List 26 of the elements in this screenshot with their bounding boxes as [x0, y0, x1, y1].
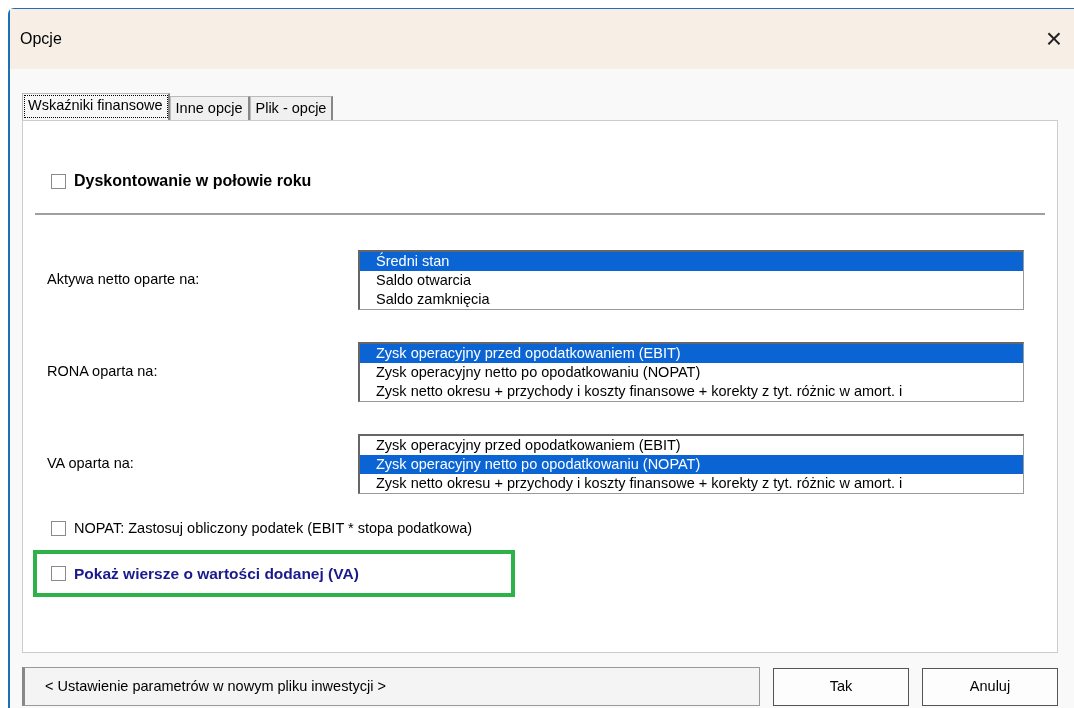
tab[interactable]: Plik - opcje	[249, 96, 334, 120]
window-title: Opcje	[20, 29, 62, 49]
list-item[interactable]: Saldo zamknięcia	[360, 290, 1023, 309]
list-item[interactable]: Zysk operacyjny przed opodatkowaniem (EBIT)	[360, 344, 1023, 363]
dialog-button[interactable]: Anuluj	[922, 667, 1058, 706]
list-item[interactable]: Zysk operacyjny przed opodatkowaniem (EBIT)	[360, 436, 1023, 455]
checkbox[interactable]	[51, 565, 66, 581]
list-item[interactable]: Średni stan	[360, 252, 1023, 271]
checkbox[interactable]	[51, 173, 66, 189]
list-item[interactable]: Zysk netto okresu + przychody i koszty finansowe + korekty z tyt. różnic w amort. i	[360, 382, 1023, 401]
list-item[interactable]: Zysk operacyjny netto po opodatkowaniu (NOPAT)	[360, 363, 1023, 382]
list-item[interactable]: Zysk netto okresu + przychody i koszty finansowe + korekty z tyt. różnic w amort. i	[360, 474, 1023, 493]
list-item[interactable]: Saldo otwarcia	[360, 271, 1023, 290]
dialog-button[interactable]: Tak	[773, 667, 909, 706]
field-label: RONA oparta na:	[46, 362, 159, 382]
close-button[interactable]: ×	[1041, 25, 1066, 53]
field-label: Aktywa netto oparte na:	[46, 270, 201, 290]
tab[interactable]: Wskaźniki finansowe	[22, 93, 170, 120]
checkbox-label: Dyskontowanie w połowie roku	[74, 171, 312, 191]
status-field: < Ustawienie parametrów w nowym pliku inwestycji >	[22, 667, 760, 706]
checkbox-label: NOPAT: Zastosuj obliczony podatek (EBIT * stopa podatkowa)	[74, 519, 473, 538]
checkbox[interactable]	[51, 521, 66, 537]
field-label: VA oparta na:	[46, 454, 135, 474]
checkbox-label: Pokaż wiersze o wartości dodanej (VA)	[74, 563, 359, 584]
tab[interactable]: Inne opcje	[169, 96, 250, 120]
list-item[interactable]: Zysk operacyjny netto po opodatkowaniu (NOPAT)	[360, 455, 1023, 474]
